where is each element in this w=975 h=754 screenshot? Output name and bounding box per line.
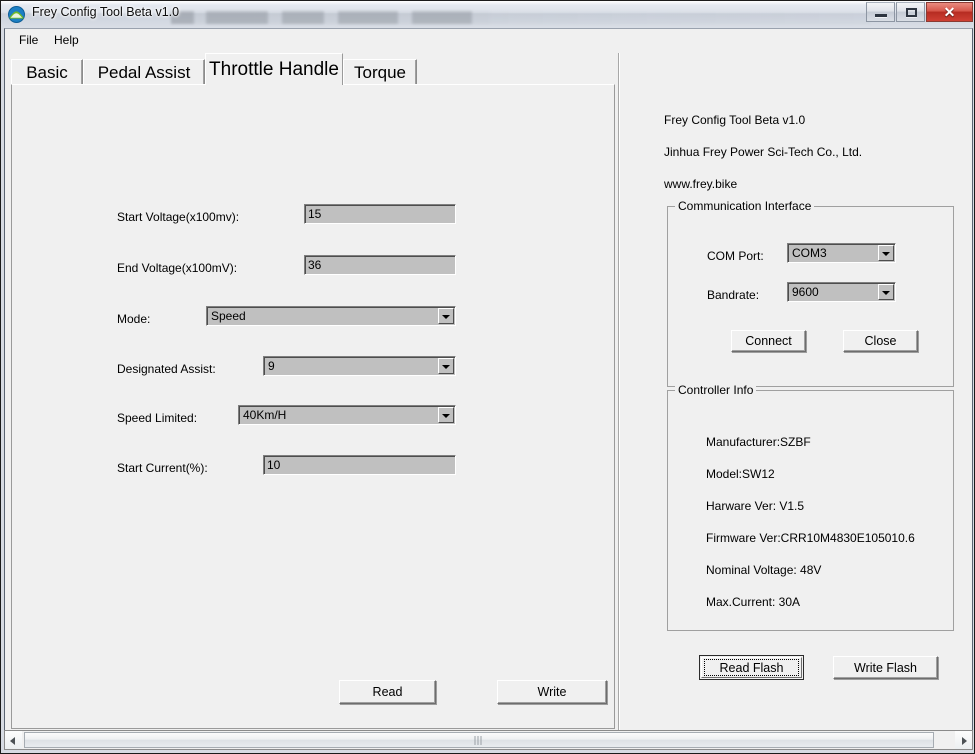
label-start-current: Start Current(%): [117, 461, 208, 475]
chevron-down-icon[interactable] [438, 308, 454, 324]
tab-torque[interactable]: Torque [343, 59, 417, 85]
chevron-down-icon[interactable] [438, 407, 454, 423]
controller-hardware-version: Harware Ver: V1.5 [706, 499, 804, 513]
menu-bar: File Help [5, 29, 972, 49]
read-button-label: Read [340, 685, 435, 699]
group-controller-info: Controller Info Manufacturer:SZBF Model:… [667, 390, 954, 631]
group-communication-title: Communication Interface [675, 199, 814, 213]
application-window: Frey Config Tool Beta v1.0 ✕ File Help B… [0, 0, 975, 754]
close-button[interactable]: ✕ [926, 2, 973, 22]
write-button[interactable]: Write [497, 680, 607, 704]
combobox-mode[interactable]: Speed [206, 306, 456, 326]
aero-glass-bleedthrough [171, 11, 871, 24]
label-bandrate: Bandrate: [707, 288, 759, 302]
label-speed-limited: Speed Limited: [117, 411, 197, 425]
maximize-icon [906, 8, 917, 17]
label-designated-assist: Designated Assist: [117, 362, 216, 376]
combobox-com-port[interactable]: COM3 [787, 243, 896, 263]
connect-button[interactable]: Connect [731, 330, 806, 352]
about-website: www.frey.bike [664, 177, 737, 191]
combobox-speed-limited[interactable]: 40Km/H [238, 405, 456, 425]
maximize-button[interactable] [896, 2, 925, 22]
combobox-bandrate[interactable]: 9600 [787, 282, 896, 302]
title-bar[interactable]: Frey Config Tool Beta v1.0 ✕ [1, 1, 975, 28]
label-mode: Mode: [117, 312, 150, 326]
combobox-mode-value: Speed [211, 308, 246, 325]
chevron-down-icon[interactable] [878, 284, 894, 300]
horizontal-scrollbar[interactable] [4, 730, 973, 750]
write-button-label: Write [498, 685, 606, 699]
label-start-voltage: Start Voltage(x100mv): [117, 210, 239, 224]
read-button[interactable]: Read [339, 680, 436, 704]
close-connection-button[interactable]: Close [843, 330, 918, 352]
scrollbar-thumb[interactable] [24, 732, 934, 748]
write-flash-button[interactable]: Write Flash [833, 656, 938, 679]
tab-strip: Basic Pedal Assist Throttle Handle Torqu… [11, 53, 615, 85]
controller-max-current: Max.Current: 30A [706, 595, 800, 609]
controller-firmware-version: Firmware Ver:CRR10M4830E105010.6 [706, 531, 915, 545]
right-info-panel: Frey Config Tool Beta v1.0 Jinhua Frey P… [623, 53, 968, 729]
group-controller-info-title: Controller Info [675, 383, 756, 397]
minimize-button[interactable] [866, 2, 895, 22]
chevron-down-icon[interactable] [878, 245, 894, 261]
scroll-left-arrow-icon[interactable] [5, 731, 22, 749]
client-area: File Help Basic Pedal Assist Throttle Ha… [4, 28, 973, 750]
tab-throttle-handle[interactable]: Throttle Handle [205, 53, 343, 85]
tab-content-throttle-handle: Start Voltage(x100mv): 15 End Voltage(x1… [11, 84, 615, 729]
window-controls: ✕ [865, 2, 973, 22]
close-connection-button-label: Close [844, 334, 917, 348]
input-start-current[interactable]: 10 [263, 455, 456, 475]
tab-panel: Basic Pedal Assist Throttle Handle Torqu… [11, 53, 615, 729]
chevron-down-icon[interactable] [438, 358, 454, 374]
combobox-designated-assist[interactable]: 9 [263, 356, 456, 376]
scrollbar-grip-icon [475, 736, 484, 745]
about-company: Jinhua Frey Power Sci-Tech Co., Ltd. [664, 145, 862, 159]
minimize-icon [875, 14, 887, 17]
controller-nominal-voltage: Nominal Voltage: 48V [706, 563, 821, 577]
label-end-voltage: End Voltage(x100mV): [117, 261, 237, 275]
scroll-right-arrow-icon[interactable] [955, 731, 972, 749]
input-end-voltage[interactable]: 36 [304, 255, 456, 275]
read-flash-button[interactable]: Read Flash [699, 655, 804, 680]
about-product: Frey Config Tool Beta v1.0 [664, 113, 805, 127]
close-icon: ✕ [927, 3, 972, 21]
read-flash-button-label: Read Flash [700, 661, 803, 675]
combobox-bandrate-value: 9600 [792, 284, 819, 301]
label-com-port: COM Port: [707, 249, 764, 263]
combobox-designated-assist-value: 9 [268, 358, 275, 375]
triangle-right-icon [962, 737, 967, 745]
controller-manufacturer: Manufacturer:SZBF [706, 435, 811, 449]
menu-item-help[interactable]: Help [49, 32, 84, 48]
input-start-voltage[interactable]: 15 [304, 204, 456, 224]
triangle-left-icon [10, 737, 15, 745]
tab-pedal-assist[interactable]: Pedal Assist [83, 59, 205, 85]
group-communication-interface: Communication Interface COM Port: COM3 B… [667, 206, 954, 387]
window-title: Frey Config Tool Beta v1.0 [32, 5, 179, 19]
tab-basic[interactable]: Basic [11, 59, 83, 85]
write-flash-button-label: Write Flash [834, 661, 937, 675]
panel-divider [618, 53, 620, 750]
combobox-speed-limited-value: 40Km/H [243, 407, 286, 424]
controller-model: Model:SW12 [706, 467, 775, 481]
combobox-com-port-value: COM3 [792, 245, 827, 262]
connect-button-label: Connect [732, 334, 805, 348]
tab-strip-filler [417, 59, 615, 85]
menu-item-file[interactable]: File [14, 32, 43, 48]
frey-app-icon [8, 6, 25, 23]
